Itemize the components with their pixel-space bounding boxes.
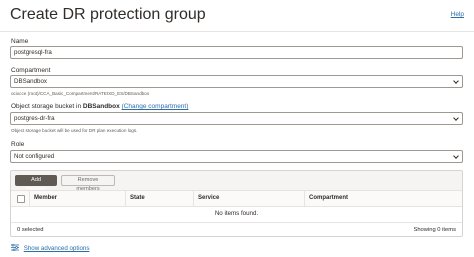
bucket-label-compartment: DBSandbox xyxy=(82,103,120,110)
bucket-select[interactable]: postgres-dr-fra xyxy=(10,112,463,125)
bucket-label: Object storage bucket in DBSandbox (Chan… xyxy=(11,103,188,110)
compartment-select[interactable]: DBSandbox xyxy=(10,75,463,88)
role-select-value: Not configured xyxy=(14,153,55,160)
remove-members-button[interactable]: Remove members xyxy=(61,175,115,192)
column-member[interactable]: Member xyxy=(29,191,125,206)
members-table: Add member Remove members Member State S… xyxy=(10,170,463,237)
showing-count: Showing 0 items xyxy=(413,227,456,233)
name-label: Name xyxy=(11,38,29,45)
bucket-select-value: postgres-dr-fra xyxy=(14,115,55,122)
column-service[interactable]: Service xyxy=(193,191,304,206)
selected-count: 0 selected xyxy=(17,227,44,233)
header-divider xyxy=(0,31,474,32)
members-toolbar: Add member Remove members xyxy=(11,171,462,192)
column-state[interactable]: State xyxy=(125,191,193,206)
sliders-icon xyxy=(11,243,21,252)
role-select[interactable]: Not configured xyxy=(10,150,463,163)
compartment-label: Compartment xyxy=(11,67,51,74)
bucket-label-prefix: Object storage bucket in xyxy=(11,103,83,110)
add-member-button[interactable]: Add member xyxy=(15,175,57,192)
select-all-checkbox[interactable] xyxy=(17,195,25,203)
table-header: Member State Service Compartment xyxy=(11,191,462,207)
compartment-select-value: DBSandbox xyxy=(14,78,48,85)
empty-message: No items found. xyxy=(214,210,259,217)
bucket-help-text: Object storage bucket will be used for D… xyxy=(11,128,138,133)
compartment-path: ocixcce (root)/CCA_Basic_Compartment/RAT… xyxy=(11,91,150,96)
advanced-options-label: Show advanced options xyxy=(23,245,90,252)
column-compartment[interactable]: Compartment xyxy=(304,191,462,206)
table-footer: 0 selected Showing 0 items xyxy=(11,222,462,238)
help-link[interactable]: Help xyxy=(451,11,464,18)
name-input[interactable]: postgresql-fra xyxy=(10,46,463,59)
role-label: Role xyxy=(11,141,25,148)
change-compartment-link[interactable]: (Change compartment) xyxy=(122,103,189,110)
show-advanced-options[interactable]: Show advanced options xyxy=(11,243,90,252)
page-title: Create DR protection group xyxy=(10,6,206,23)
